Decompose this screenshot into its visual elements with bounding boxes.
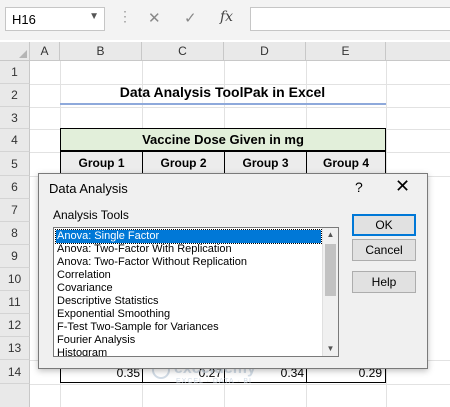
analysis-tools-label: Analysis Tools	[53, 208, 129, 222]
row-header-3[interactable]: 3	[0, 107, 30, 129]
select-all-button[interactable]	[0, 42, 30, 61]
row-header-7[interactable]: 7	[0, 199, 30, 222]
cancel-icon[interactable]: ✕	[148, 9, 161, 27]
row-header-13[interactable]: 13	[0, 337, 30, 360]
column-header-f[interactable]	[386, 42, 450, 61]
row-header-15[interactable]	[0, 384, 30, 407]
group-header-1: Group 1	[60, 151, 143, 175]
chevron-down-icon[interactable]: ▼	[89, 11, 99, 22]
list-item[interactable]: Exponential Smoothing	[56, 308, 170, 321]
watermark-tagline: EXCEL · DATA · BI	[176, 378, 252, 385]
column-header-d[interactable]: D	[224, 42, 306, 61]
row-header-2[interactable]: 2	[0, 84, 30, 107]
group-header-2: Group 2	[142, 151, 225, 175]
group-header-4: Group 4	[306, 151, 386, 175]
row-header-4[interactable]: 4	[0, 129, 30, 152]
list-item[interactable]: Covariance	[56, 282, 113, 295]
table-header: Vaccine Dose Given in mg	[60, 128, 386, 151]
column-header-a[interactable]: A	[30, 42, 60, 61]
sheet-title: Data Analysis ToolPak in Excel	[119, 84, 326, 100]
scroll-down-icon[interactable]: ▼	[323, 342, 338, 356]
cancel-button[interactable]: Cancel	[352, 239, 416, 261]
list-item[interactable]: Anova: Two-Factor Without Replication	[56, 256, 247, 269]
row-header-14[interactable]: 14	[0, 360, 30, 384]
formula-input[interactable]	[250, 7, 450, 31]
help-button[interactable]: Help	[352, 271, 416, 293]
row-header-10[interactable]: 10	[0, 268, 30, 291]
column-header-c[interactable]: C	[142, 42, 224, 61]
row-header-11[interactable]: 11	[0, 291, 30, 314]
list-item[interactable]: Correlation	[56, 269, 111, 282]
list-item[interactable]: Anova: Two-Factor With Replication	[56, 243, 232, 256]
row-header-9[interactable]: 9	[0, 245, 30, 268]
title-underline	[60, 103, 386, 105]
row-header-6[interactable]: 6	[0, 176, 30, 199]
formula-actions: ✕ ✓ fx	[132, 7, 244, 31]
formula-bar: H16 ▼ ⋮ ✕ ✓ fx	[0, 0, 450, 40]
row-header-12[interactable]: 12	[0, 314, 30, 337]
column-header-b[interactable]: B	[60, 42, 142, 61]
more-options-icon: ⋮	[118, 8, 132, 24]
name-box-value: H16	[12, 12, 36, 27]
list-item-anova-single-factor[interactable]: Anova: Single Factor	[55, 229, 322, 244]
scrollbar-thumb[interactable]	[325, 244, 336, 296]
enter-icon[interactable]: ✓	[184, 9, 197, 27]
data-analysis-dialog: Data Analysis ? ✕ Analysis Tools Anova: …	[38, 173, 428, 369]
select-all-triangle	[19, 50, 27, 58]
row-header-1[interactable]: 1	[0, 61, 30, 84]
list-item[interactable]: Descriptive Statistics	[56, 295, 158, 308]
analysis-tools-list[interactable]: Anova: Single Factor Anova: Two-Factor W…	[53, 227, 339, 357]
group-header-3: Group 3	[224, 151, 307, 175]
list-item[interactable]: F-Test Two-Sample for Variances	[56, 321, 219, 334]
ok-button[interactable]: OK	[352, 214, 416, 236]
name-box[interactable]: H16 ▼	[5, 7, 105, 31]
insert-function-icon[interactable]: fx	[220, 9, 233, 25]
column-header-e[interactable]: E	[306, 42, 386, 61]
row-header-5[interactable]: 5	[0, 152, 30, 176]
list-scrollbar[interactable]: ▲ ▼	[322, 228, 338, 356]
help-question-icon[interactable]: ?	[355, 179, 363, 195]
row-header-8[interactable]: 8	[0, 222, 30, 245]
gridline	[30, 107, 450, 108]
list-item[interactable]: Histogram	[56, 347, 107, 356]
scroll-up-icon[interactable]: ▲	[323, 228, 338, 242]
dialog-title: Data Analysis	[49, 181, 128, 196]
close-icon[interactable]: ✕	[395, 176, 410, 197]
list-item[interactable]: Fourier Analysis	[56, 334, 135, 347]
